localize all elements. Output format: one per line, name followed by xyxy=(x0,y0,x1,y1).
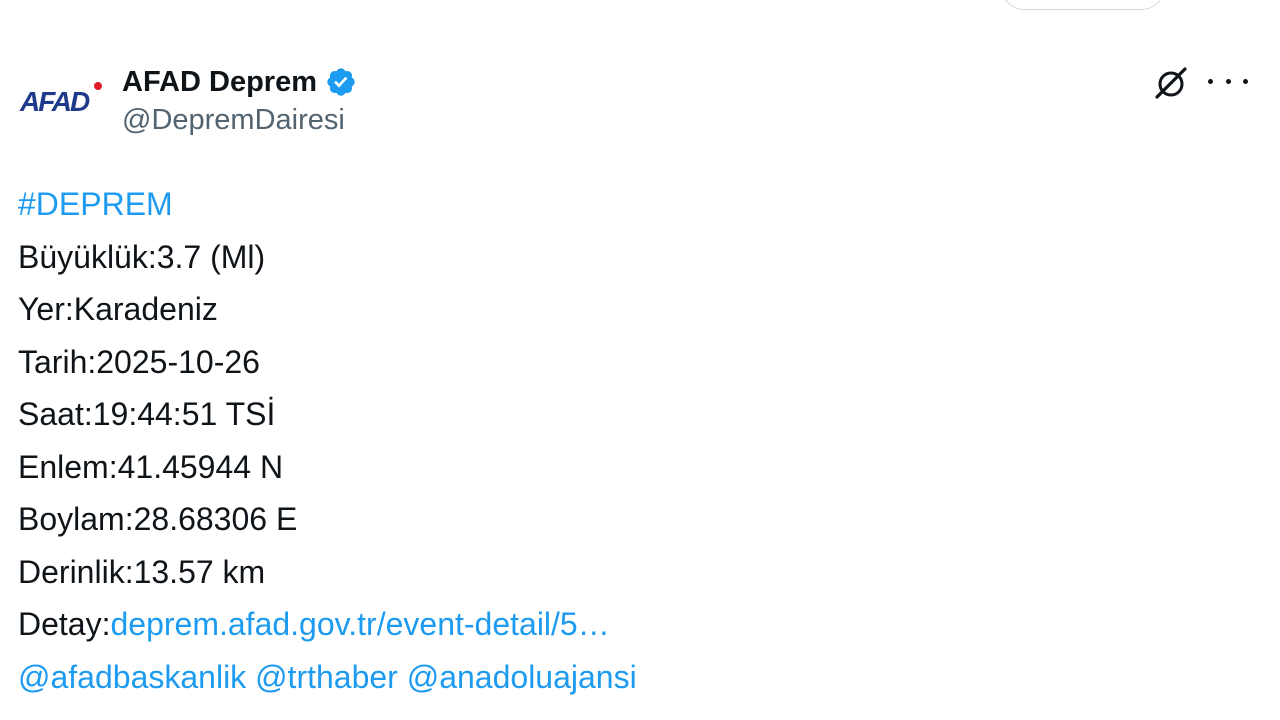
mention-anadoluajansi[interactable]: @anadoluajansi xyxy=(407,659,637,695)
author-display-name[interactable]: AFAD Deprem xyxy=(122,66,317,99)
more-dot-2 xyxy=(1225,78,1231,84)
mention-afadbaskanlik[interactable]: @afadbaskanlik xyxy=(18,659,246,695)
tweet-line-location: Yer:Karadeniz xyxy=(18,291,218,327)
hashtag-link[interactable]: #DEPREM xyxy=(18,186,173,222)
mention-trthaber[interactable]: @trthaber xyxy=(255,659,398,695)
avatar-logo-dot xyxy=(94,82,102,90)
top-pill-button[interactable] xyxy=(1000,0,1166,10)
tweet-line-detail: Detay:deprem.afad.gov.tr/event-detail/5… xyxy=(18,598,1258,651)
detail-label: Detay: xyxy=(18,606,111,642)
tweet-text: #DEPREM Büyüklük:3.7 (Ml) Yer:Karadeniz … xyxy=(18,178,1258,703)
tweet-line-longitude: Boylam:28.68306 E xyxy=(18,501,298,537)
avatar[interactable]: AFAD xyxy=(18,80,104,126)
tweet-line-depth: Derinlik:13.57 km xyxy=(18,553,266,590)
more-options-icon[interactable] xyxy=(1208,66,1248,96)
tweet-line-latitude: Enlem:41.45944 N xyxy=(18,448,284,485)
detail-link[interactable]: deprem.afad.gov.tr/event-detail/5… xyxy=(110,606,609,642)
tweet-line-time: Saat:19:44:51 TSİ xyxy=(18,396,276,432)
grok-icon[interactable] xyxy=(1152,64,1190,102)
tweet-line-mentions: @afadbaskanlik @trthaber @anadoluajansi xyxy=(18,651,1258,704)
verified-badge-icon xyxy=(327,68,355,96)
tweet-line-magnitude: Büyüklük:3.7 (Ml) xyxy=(18,238,266,275)
avatar-logo-text: AFAD xyxy=(20,86,90,117)
more-dot-1 xyxy=(1208,78,1213,84)
author-handle[interactable]: @DepremDairesi xyxy=(122,104,345,137)
more-dot-3 xyxy=(1243,78,1248,84)
author-name-row: AFAD Deprem xyxy=(122,62,357,102)
tweet-line-date: Tarih:2025-10-26 xyxy=(18,343,260,380)
